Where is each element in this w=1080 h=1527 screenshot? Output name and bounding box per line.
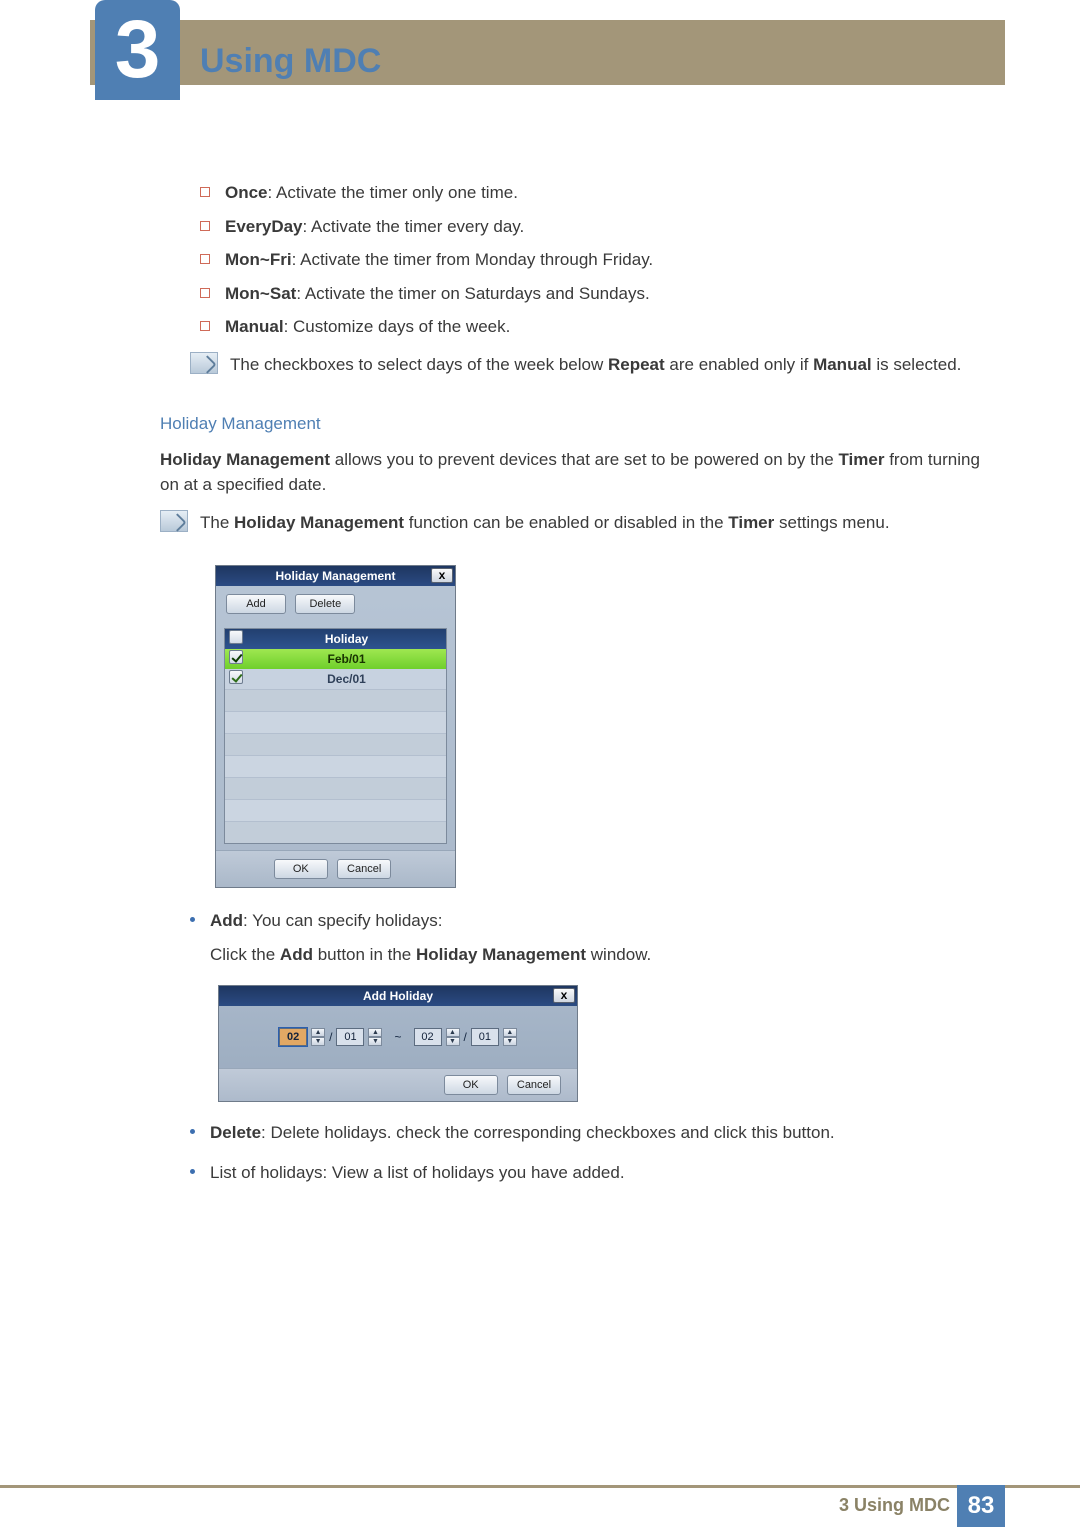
list-item: List of holidays: View a list of holiday… (190, 1160, 995, 1186)
holiday-management-desc: Holiday Management allows you to prevent… (160, 447, 995, 498)
spinner[interactable]: ▲▼ (446, 1028, 460, 1046)
row-checkbox[interactable] (229, 650, 243, 664)
date-range-row: 02 ▲▼ / 01 ▲▼ ~ 02 ▲▼ / 01 ▲▼ (219, 1006, 577, 1068)
ok-button[interactable]: OK (444, 1075, 498, 1095)
table-row-empty (225, 755, 446, 777)
cancel-button[interactable]: Cancel (337, 859, 391, 879)
add-substep: Click the Add button in the Holiday Mana… (210, 942, 995, 968)
to-day-input[interactable]: 01 (471, 1028, 499, 1046)
column-holiday: Holiday (247, 630, 446, 648)
hm-actions-list: Add: You can specify holidays: Click the… (160, 908, 995, 1185)
spinner[interactable]: ▲▼ (503, 1028, 517, 1046)
table-row[interactable]: Dec/01 (225, 669, 446, 689)
page-footer: 3 Using MDC 83 (0, 1485, 1080, 1527)
timer-mode-item: EveryDay: Activate the timer every day. (200, 214, 995, 240)
note-icon (190, 352, 218, 374)
note-text: The Holiday Management function can be e… (200, 510, 890, 536)
holiday-table: Holiday Feb/01 Dec/01 (224, 628, 447, 844)
delete-button[interactable]: Delete (295, 594, 355, 614)
list-item: Delete: Delete holidays. check the corre… (190, 1120, 995, 1146)
chapter-number-badge: 3 (95, 0, 180, 100)
spin-down-icon: ▼ (446, 1037, 460, 1046)
list-item: Add: You can specify holidays: Click the… (190, 908, 995, 1102)
term: Delete (210, 1123, 261, 1142)
table-header: Holiday (225, 629, 446, 649)
timer-mode-item: Mon~Fri: Activate the timer from Monday … (200, 247, 995, 273)
spin-down-icon: ▼ (503, 1037, 517, 1046)
window-footer: OK Cancel (219, 1068, 577, 1101)
footer-chapter-label: 3 Using MDC (839, 1492, 950, 1519)
desc: : Delete holidays. check the correspondi… (261, 1123, 835, 1142)
timer-mode-item: Mon~Sat: Activate the timer on Saturdays… (200, 281, 995, 307)
term: Mon~Sat (225, 284, 296, 303)
desc: : Activate the timer every day. (303, 217, 525, 236)
note-text: The checkboxes to select days of the wee… (230, 352, 961, 378)
cancel-button[interactable]: Cancel (507, 1075, 561, 1095)
timer-mode-item: Manual: Customize days of the week. (200, 314, 995, 340)
term: EveryDay (225, 217, 303, 236)
term: Manual (225, 317, 284, 336)
table-row-empty (225, 799, 446, 821)
from-day-input[interactable]: 01 (336, 1028, 364, 1046)
row-value: Feb/01 (247, 650, 446, 668)
spinner[interactable]: ▲▼ (368, 1028, 382, 1046)
desc: : You can specify holidays: (243, 911, 442, 930)
term: Once (225, 183, 268, 202)
spin-up-icon: ▲ (503, 1028, 517, 1037)
table-row-empty (225, 711, 446, 733)
select-all-checkbox[interactable] (229, 630, 243, 644)
spin-up-icon: ▲ (311, 1028, 325, 1037)
ok-button[interactable]: OK (274, 859, 328, 879)
term: Add (210, 911, 243, 930)
spinner[interactable]: ▲▼ (311, 1028, 325, 1046)
desc: : Activate the timer from Monday through… (292, 250, 654, 269)
table-row[interactable]: Feb/01 (225, 649, 446, 669)
timer-mode-item: Once: Activate the timer only one time. (200, 180, 995, 206)
term: Mon~Fri (225, 250, 292, 269)
spin-up-icon: ▲ (368, 1028, 382, 1037)
note-icon (160, 510, 188, 532)
to-month-input[interactable]: 02 (414, 1028, 442, 1046)
table-row-empty (225, 733, 446, 755)
slash: / (464, 1028, 467, 1046)
window-title-bar: Holiday Management x (216, 566, 455, 586)
table-row-empty (225, 689, 446, 711)
page-content: Once: Activate the timer only one time. … (160, 180, 995, 1199)
desc: : Activate the timer only one time. (268, 183, 518, 202)
row-value: Dec/01 (247, 670, 446, 688)
chapter-title: Using MDC (200, 36, 381, 87)
range-separator: ~ (386, 1028, 409, 1046)
desc: : Customize days of the week. (284, 317, 511, 336)
window-footer: OK Cancel (216, 850, 455, 887)
note-hm-enable: The Holiday Management function can be e… (160, 510, 995, 546)
slash: / (329, 1028, 332, 1046)
add-holiday-window: Add Holiday x 02 ▲▼ / 01 ▲▼ ~ 02 ▲▼ / 01… (218, 985, 578, 1102)
holiday-management-window: Holiday Management x Add Delete Holiday … (215, 565, 456, 888)
holiday-management-heading: Holiday Management (160, 411, 995, 437)
close-button[interactable]: x (553, 988, 575, 1003)
spin-up-icon: ▲ (446, 1028, 460, 1037)
hm-toolbar: Add Delete (216, 586, 455, 622)
from-month-input[interactable]: 02 (279, 1028, 307, 1046)
window-title: Holiday Management (275, 569, 395, 583)
window-title-bar: Add Holiday x (219, 986, 577, 1006)
add-button[interactable]: Add (226, 594, 286, 614)
window-title: Add Holiday (363, 989, 433, 1003)
row-checkbox[interactable] (229, 670, 243, 684)
desc: List of holidays: View a list of holiday… (210, 1163, 625, 1182)
spin-down-icon: ▼ (368, 1037, 382, 1046)
close-button[interactable]: x (431, 568, 453, 583)
note-manual-days: The checkboxes to select days of the wee… (190, 352, 995, 388)
table-row-empty (225, 821, 446, 843)
timer-mode-list: Once: Activate the timer only one time. … (160, 180, 995, 340)
table-row-empty (225, 777, 446, 799)
desc: : Activate the timer on Saturdays and Su… (296, 284, 649, 303)
spin-down-icon: ▼ (311, 1037, 325, 1046)
page-number: 83 (957, 1485, 1005, 1527)
